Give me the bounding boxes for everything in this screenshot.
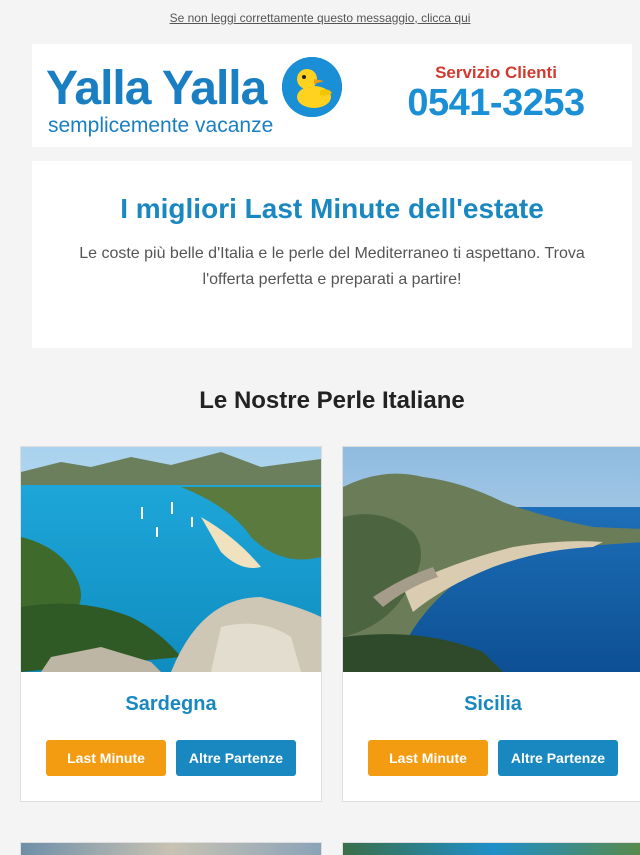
customer-service: Servizio Clienti 0541-3253 [396, 62, 596, 122]
next-card-photo [20, 842, 322, 855]
destination-name: Sicilia [464, 693, 522, 715]
next-card-photo [342, 842, 640, 855]
service-phone[interactable]: 0541-3253 [396, 84, 596, 122]
view-online-link[interactable]: Se non leggi correttamente questo messag… [170, 11, 471, 25]
other-departures-button[interactable]: Altre Partenze [498, 740, 618, 776]
section-title: Le Nostre Perle Italiane [199, 387, 465, 414]
destination-name: Sardegna [125, 693, 217, 715]
intro-block: I migliori Last Minute dell'estate Le co… [32, 161, 632, 348]
logo[interactable]: Yalla Yalla semplicemente vacanze [46, 56, 346, 142]
sicilia-photo[interactable] [343, 447, 640, 672]
destination-card-sardegna: Sardegna Last Minute Altre Partenze [20, 446, 322, 802]
destination-card-sicilia: Sicilia Last Minute Altre Partenze [342, 446, 640, 802]
duck-mascot-icon [282, 57, 342, 117]
intro-text: Le coste più belle d'Italia e le perle d… [79, 245, 585, 288]
header: Yalla Yalla semplicemente vacanze Serviz… [32, 44, 632, 147]
intro-title: I migliori Last Minute dell'estate [120, 193, 544, 224]
logo-tagline: semplicemente vacanze [48, 114, 274, 137]
sardegna-photo[interactable] [21, 447, 321, 672]
logo-title: Yalla Yalla [46, 62, 267, 115]
last-minute-button[interactable]: Last Minute [46, 740, 166, 776]
other-departures-button[interactable]: Altre Partenze [176, 740, 296, 776]
service-label: Servizio Clienti [435, 63, 557, 82]
last-minute-button[interactable]: Last Minute [368, 740, 488, 776]
preheader: Se non leggi correttamente questo messag… [0, 0, 640, 36]
